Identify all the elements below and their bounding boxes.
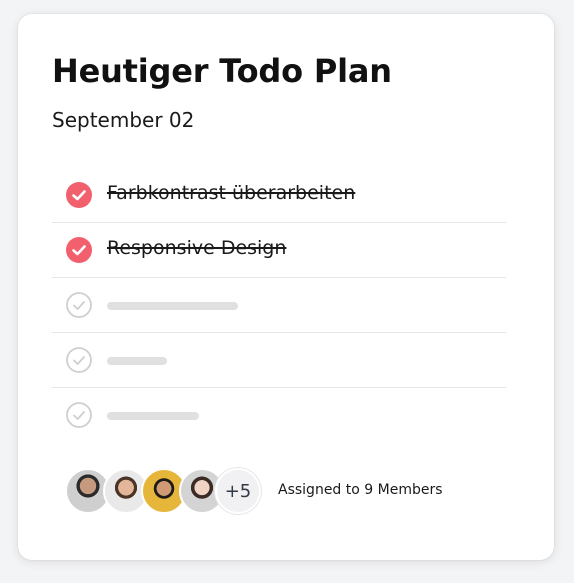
todo-placeholder-bar xyxy=(107,357,167,365)
checked-checkbox-icon[interactable] xyxy=(66,237,92,263)
todo-item: Responsive Design xyxy=(52,223,506,278)
card-title: Heutiger Todo Plan xyxy=(52,52,392,90)
todo-list: Farbkontrast überarbeiten Responsive Des… xyxy=(52,168,506,442)
checked-checkbox-icon[interactable] xyxy=(66,182,92,208)
todo-item xyxy=(52,333,506,388)
more-members-badge[interactable]: +5 xyxy=(215,468,261,514)
assigned-members-text: Assigned to 9 Members xyxy=(278,482,443,498)
todo-placeholder-bar xyxy=(107,302,238,310)
todo-label: Farbkontrast überarbeiten xyxy=(107,182,356,204)
unchecked-checkbox-icon[interactable] xyxy=(66,292,92,318)
todo-item: Farbkontrast überarbeiten xyxy=(52,168,506,223)
members-row: +5 Assigned to 9 Members xyxy=(65,468,525,514)
todo-label: Responsive Design xyxy=(107,237,287,259)
todo-item xyxy=(52,278,506,333)
todo-placeholder-bar xyxy=(107,412,199,420)
card-date: September 02 xyxy=(52,108,195,132)
todo-card: Heutiger Todo Plan September 02 Farbkont… xyxy=(18,14,554,560)
unchecked-checkbox-icon[interactable] xyxy=(66,347,92,373)
unchecked-checkbox-icon[interactable] xyxy=(66,402,92,428)
todo-item xyxy=(52,388,506,442)
